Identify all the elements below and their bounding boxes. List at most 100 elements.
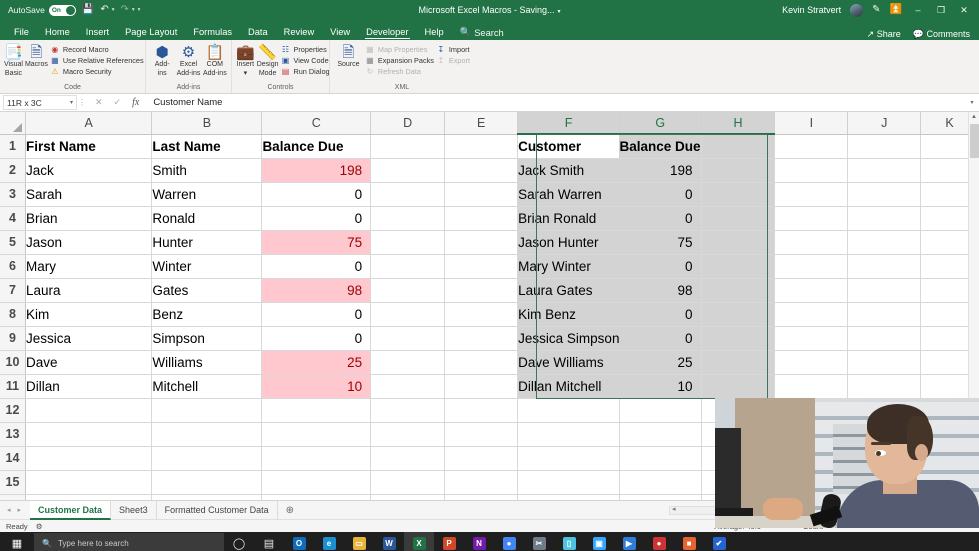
add-ins-button[interactable]: ⬢ Add- ins bbox=[150, 42, 174, 78]
cell-J6[interactable] bbox=[847, 254, 922, 279]
ribbon-tab-home[interactable]: Home bbox=[37, 25, 78, 40]
cell-C11[interactable]: 10 bbox=[261, 374, 372, 399]
cell-F10[interactable]: Dave Williams bbox=[517, 350, 620, 375]
comments-button[interactable]: 💬 Comments bbox=[913, 29, 970, 40]
ribbon-tab-file[interactable]: File bbox=[6, 25, 37, 40]
cell-I1[interactable] bbox=[774, 134, 849, 159]
cell-G8[interactable]: 0 bbox=[619, 302, 702, 327]
cell-H11[interactable] bbox=[701, 374, 776, 399]
cell-F16[interactable] bbox=[517, 494, 620, 500]
row-header-6[interactable]: 6 bbox=[0, 254, 26, 279]
cell-H5[interactable] bbox=[701, 230, 776, 255]
cell-J10[interactable] bbox=[847, 350, 922, 375]
cell-H9[interactable] bbox=[701, 326, 776, 351]
cell-A16[interactable] bbox=[25, 494, 153, 500]
use-relative-references-button[interactable]: ▦ Use Relative References bbox=[50, 56, 144, 66]
cell-D1[interactable] bbox=[370, 134, 446, 159]
chrome-icon[interactable]: ● bbox=[494, 532, 524, 551]
cell-J9[interactable] bbox=[847, 326, 922, 351]
select-all-corner[interactable] bbox=[0, 112, 26, 135]
row-header-8[interactable]: 8 bbox=[0, 302, 26, 327]
cell-A11[interactable]: Dillan bbox=[25, 374, 153, 399]
cell-C16[interactable] bbox=[261, 494, 372, 500]
cell-C15[interactable] bbox=[261, 470, 372, 495]
cell-B2[interactable]: Smith bbox=[151, 158, 263, 183]
cell-I10[interactable] bbox=[774, 350, 849, 375]
cell-D12[interactable] bbox=[370, 398, 446, 423]
powerpoint-icon[interactable]: P bbox=[434, 532, 464, 551]
cell-I3[interactable] bbox=[774, 182, 849, 207]
outlook-icon[interactable]: O bbox=[284, 532, 314, 551]
search-box[interactable]: 🔍 Search bbox=[452, 25, 512, 40]
cell-J11[interactable] bbox=[847, 374, 922, 399]
design-mode-button[interactable]: 📏 Design Mode bbox=[257, 42, 279, 78]
cell-F13[interactable] bbox=[517, 422, 620, 447]
snip-icon[interactable]: ✂ bbox=[524, 532, 554, 551]
cell-I9[interactable] bbox=[774, 326, 849, 351]
column-header-h[interactable]: H bbox=[701, 112, 776, 135]
cell-C10[interactable]: 25 bbox=[261, 350, 372, 375]
save-icon[interactable]: 💾 bbox=[82, 5, 94, 15]
cell-H1[interactable] bbox=[701, 134, 776, 159]
cell-F12[interactable] bbox=[517, 398, 620, 423]
cell-D11[interactable] bbox=[370, 374, 446, 399]
cell-G4[interactable]: 0 bbox=[619, 206, 702, 231]
recorder-icon[interactable]: ● bbox=[644, 532, 674, 551]
ribbon-tab-insert[interactable]: Insert bbox=[78, 25, 117, 40]
sheet-tab-customer-data[interactable]: Customer Data bbox=[30, 500, 112, 520]
column-header-c[interactable]: C bbox=[261, 112, 372, 135]
column-header-i[interactable]: I bbox=[774, 112, 849, 135]
cell-J8[interactable] bbox=[847, 302, 922, 327]
word-icon[interactable]: W bbox=[374, 532, 404, 551]
cell-D5[interactable] bbox=[370, 230, 446, 255]
cell-I6[interactable] bbox=[774, 254, 849, 279]
cell-J1[interactable] bbox=[847, 134, 922, 159]
ribbon-tab-developer[interactable]: Developer bbox=[358, 25, 416, 40]
row-header-7[interactable]: 7 bbox=[0, 278, 26, 303]
cell-E14[interactable] bbox=[444, 446, 519, 471]
cell-F11[interactable]: Dillan Mitchell bbox=[517, 374, 620, 399]
cell-C2[interactable]: 198 bbox=[261, 158, 372, 183]
cell-B5[interactable]: Hunter bbox=[151, 230, 263, 255]
cell-C8[interactable]: 0 bbox=[261, 302, 372, 327]
cell-D13[interactable] bbox=[370, 422, 446, 447]
cell-B11[interactable]: Mitchell bbox=[151, 374, 263, 399]
expansion-packs-button[interactable]: ▦ Expansion Packs bbox=[365, 56, 434, 66]
cell-I11[interactable] bbox=[774, 374, 849, 399]
edge-icon[interactable]: e bbox=[314, 532, 344, 551]
cell-D8[interactable] bbox=[370, 302, 446, 327]
avatar[interactable] bbox=[850, 3, 864, 17]
cell-D10[interactable] bbox=[370, 350, 446, 375]
cell-D9[interactable] bbox=[370, 326, 446, 351]
name-box[interactable]: 11R x 3C ▾ bbox=[3, 95, 77, 110]
insert-function-icon[interactable]: fx bbox=[132, 97, 139, 108]
cell-A8[interactable]: Kim bbox=[25, 302, 153, 327]
cell-A5[interactable]: Jason bbox=[25, 230, 153, 255]
cell-J2[interactable] bbox=[847, 158, 922, 183]
file-explorer-icon[interactable]: ▭ bbox=[344, 532, 374, 551]
cell-F15[interactable] bbox=[517, 470, 620, 495]
cell-B15[interactable] bbox=[151, 470, 263, 495]
cell-C3[interactable]: 0 bbox=[261, 182, 372, 207]
row-header-4[interactable]: 4 bbox=[0, 206, 26, 231]
xml-source-button[interactable]: 🗎 Source bbox=[334, 42, 363, 70]
cell-B10[interactable]: Williams bbox=[151, 350, 263, 375]
cell-E11[interactable] bbox=[444, 374, 519, 399]
column-header-b[interactable]: B bbox=[151, 112, 263, 135]
row-header-1[interactable]: 1 bbox=[0, 134, 26, 159]
row-header-10[interactable]: 10 bbox=[0, 350, 26, 375]
sheet-nav-arrows[interactable]: ◂ ▸ bbox=[0, 506, 30, 514]
macro-security-button[interactable]: ⚠ Macro Security bbox=[50, 67, 144, 77]
sheet-nav-first-icon[interactable]: ◂ bbox=[7, 506, 11, 514]
run-dialog-button[interactable]: ▤ Run Dialog bbox=[280, 67, 330, 77]
cell-F2[interactable]: Jack Smith bbox=[517, 158, 620, 183]
cell-H3[interactable] bbox=[701, 182, 776, 207]
cell-I8[interactable] bbox=[774, 302, 849, 327]
cell-G14[interactable] bbox=[619, 446, 702, 471]
accessibility-icon[interactable]: ⚙ bbox=[36, 522, 43, 531]
cell-F3[interactable]: Sarah Warren bbox=[517, 182, 620, 207]
share-button[interactable]: ↗ Share bbox=[867, 29, 901, 40]
column-header-f[interactable]: F bbox=[517, 112, 620, 135]
cell-B7[interactable]: Gates bbox=[151, 278, 263, 303]
row-header-3[interactable]: 3 bbox=[0, 182, 26, 207]
